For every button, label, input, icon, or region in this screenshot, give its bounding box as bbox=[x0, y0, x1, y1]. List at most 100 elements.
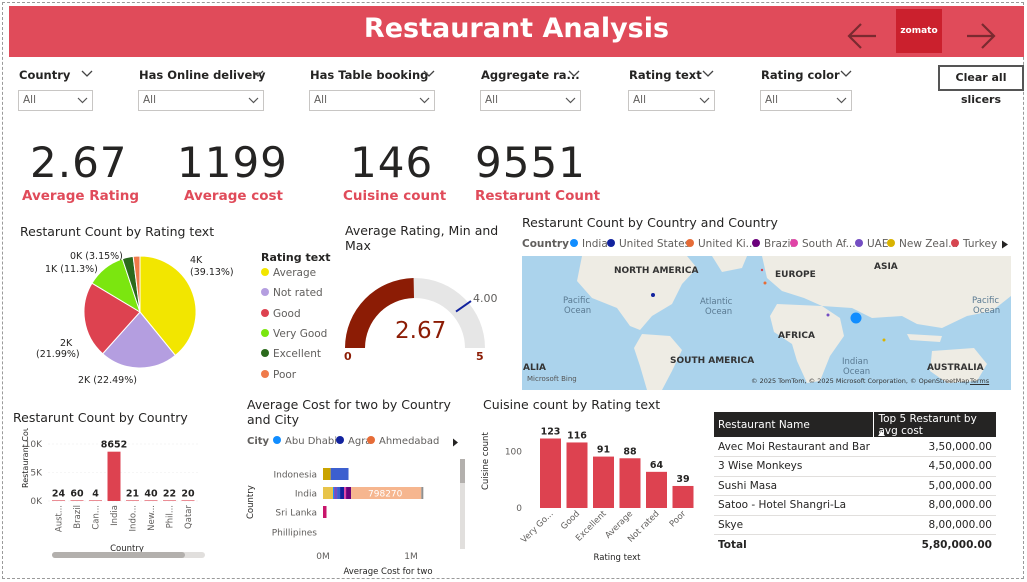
sri-lanka-bubble[interactable] bbox=[882, 338, 886, 342]
india-bubble[interactable] bbox=[850, 312, 862, 324]
scrollbar-thumb[interactable] bbox=[52, 552, 185, 558]
data-label: 40 bbox=[144, 488, 158, 499]
legend-item[interactable]: Brazil bbox=[752, 238, 793, 250]
legend-item[interactable]: India bbox=[570, 238, 608, 250]
table-row[interactable]: Avec Moi Restaurant and Bar 3,50,000.00 bbox=[714, 437, 996, 457]
bar-Can...[interactable] bbox=[89, 500, 102, 501]
bar-India[interactable] bbox=[107, 451, 121, 501]
slicer-dropdown[interactable]: All bbox=[309, 90, 435, 111]
bar-Very Go...[interactable] bbox=[540, 438, 561, 508]
back-arrow-icon[interactable] bbox=[845, 19, 879, 53]
column-header-restaurant-name[interactable]: Restaurant Name bbox=[714, 412, 874, 437]
chevron-down-icon[interactable] bbox=[702, 70, 714, 78]
bar-segment[interactable] bbox=[346, 487, 352, 499]
uae-bubble[interactable] bbox=[826, 313, 830, 317]
uk-bubble[interactable] bbox=[763, 281, 767, 285]
legend-item[interactable]: South Af... bbox=[790, 238, 856, 250]
column-header-avg-cost[interactable]: Top 5 Restarunt by avg cost bbox=[873, 412, 996, 437]
chevron-down-icon[interactable] bbox=[252, 70, 264, 78]
bar-segment[interactable] bbox=[337, 487, 341, 499]
slicer-rating-color[interactable]: Rating color All bbox=[760, 68, 852, 111]
bar-segment[interactable] bbox=[340, 487, 345, 499]
rating-text-pie-chart[interactable] bbox=[0, 240, 250, 390]
slicer-dropdown[interactable]: All bbox=[18, 90, 93, 111]
slicer-rating-text[interactable]: Rating text All bbox=[628, 68, 715, 111]
table-row[interactable]: Skye 8,00,000.00 bbox=[714, 515, 996, 535]
table-row[interactable]: Sushi Masa 5,00,000.00 bbox=[714, 476, 996, 496]
horizontal-scrollbar[interactable] bbox=[52, 552, 205, 558]
data-label: 116 bbox=[567, 430, 587, 441]
slicer-online-delivery[interactable]: Has Online delivery All bbox=[138, 68, 265, 111]
table-row[interactable]: 3 Wise Monkeys 4,50,000.00 bbox=[714, 456, 996, 477]
bar-Excellent[interactable] bbox=[593, 456, 614, 508]
map-terms-link[interactable]: Terms bbox=[970, 377, 989, 385]
bar-Average[interactable] bbox=[619, 458, 641, 508]
bar-segment[interactable] bbox=[323, 506, 327, 518]
slicer-dropdown[interactable]: All bbox=[628, 90, 715, 111]
slicer-aggregate-rating[interactable]: Aggregate ra... All bbox=[480, 68, 581, 111]
scrollbar-thumb[interactable] bbox=[460, 459, 465, 483]
bar-Qatar[interactable] bbox=[181, 500, 195, 501]
bar-Brazil[interactable] bbox=[70, 500, 84, 501]
bar-New...[interactable] bbox=[144, 500, 158, 501]
legend-item[interactable]: UAE bbox=[855, 238, 889, 250]
bar-Aust...[interactable] bbox=[52, 500, 65, 501]
legend-item[interactable]: Excellent bbox=[261, 348, 321, 360]
table-row[interactable]: Satoo - Hotel Shangri-La 8,00,000.00 bbox=[714, 495, 996, 516]
country-map[interactable]: NORTH AMERICA EUROPE ASIA Pacific Ocean … bbox=[522, 256, 1011, 390]
slicer-country[interactable]: Country All bbox=[18, 68, 93, 111]
clear-all-slicers-button[interactable]: Clear all slicers bbox=[938, 65, 1024, 106]
chevron-down-icon[interactable] bbox=[840, 70, 852, 78]
legend-item[interactable]: Good bbox=[261, 308, 301, 320]
bar-segment[interactable] bbox=[421, 487, 424, 499]
top-restaurants-table[interactable]: Restaurant Name Top 5 Restarunt by avg c… bbox=[714, 412, 996, 554]
legend-item[interactable]: United Ki... bbox=[686, 238, 756, 250]
bar-Indo...[interactable] bbox=[126, 500, 139, 501]
chevron-down-icon[interactable] bbox=[568, 70, 580, 78]
legend-dot bbox=[367, 436, 375, 444]
legend-item[interactable]: United States bbox=[607, 238, 690, 250]
legend-next-arrow-icon[interactable] bbox=[1001, 240, 1009, 249]
legend-item[interactable]: Turkey bbox=[951, 238, 997, 250]
data-label: 20 bbox=[181, 488, 195, 499]
turkey-bubble[interactable] bbox=[760, 268, 764, 272]
legend-item[interactable]: Ahmedabad bbox=[367, 436, 439, 447]
chevron-down-icon[interactable] bbox=[423, 70, 435, 78]
kpi-average-cost-value: 1199 bbox=[177, 138, 288, 187]
slicer-dropdown[interactable]: All bbox=[480, 90, 581, 111]
legend-dot bbox=[261, 369, 269, 378]
bar-segment[interactable] bbox=[344, 487, 347, 499]
legend-item[interactable]: Not rated bbox=[261, 287, 323, 299]
bar-segment[interactable] bbox=[333, 487, 335, 499]
sort-ascending-icon[interactable] bbox=[878, 431, 886, 436]
legend-item[interactable]: Abu Dhabi bbox=[273, 436, 337, 447]
us-bubble[interactable] bbox=[651, 293, 655, 297]
bar-Phil...[interactable] bbox=[163, 500, 176, 501]
forward-arrow-icon[interactable] bbox=[964, 19, 998, 53]
city-legend-title: City bbox=[247, 436, 270, 447]
restaurant-count-by-country-chart[interactable]: Restaurant Count0K 5K 10K 24 Aust... 60 Brazil… bbox=[6, 428, 206, 563]
bar-segment[interactable] bbox=[323, 487, 334, 499]
pie-label-good-pct: (21.99%) bbox=[36, 349, 80, 360]
legend-item[interactable]: Very Good bbox=[261, 328, 327, 340]
slicer-dropdown[interactable]: All bbox=[760, 90, 852, 111]
bar-segment[interactable] bbox=[330, 468, 349, 480]
cell-avg-cost: 8,00,000.00 bbox=[873, 495, 996, 516]
bar-Poor[interactable] bbox=[672, 485, 694, 508]
cuisine-count-by-rating-chart[interactable]: Cuisine count0100123Very Go...116Good91E… bbox=[478, 418, 708, 568]
legend-next-arrow-icon[interactable] bbox=[452, 438, 459, 447]
chevron-down-icon[interactable] bbox=[81, 70, 93, 78]
vertical-scrollbar[interactable] bbox=[460, 459, 465, 549]
slicer-dropdown[interactable]: All bbox=[138, 90, 264, 111]
slicer-table-booking[interactable]: Has Table booking All bbox=[309, 68, 435, 111]
bar-Good[interactable] bbox=[566, 442, 588, 508]
legend-item[interactable]: New Zeal... bbox=[887, 238, 958, 250]
kpi-average-rating-label: Average Rating bbox=[22, 188, 140, 204]
x-tick-label: Poor bbox=[668, 509, 689, 530]
bar-Not rated[interactable] bbox=[646, 471, 667, 508]
legend-item[interactable]: Poor bbox=[261, 369, 296, 381]
legend-item[interactable]: Average bbox=[261, 267, 316, 279]
avg-cost-by-country-city-chart[interactable]: Country Indonesia India Sri Lanka Phillipine… bbox=[243, 455, 468, 577]
bar-segment[interactable] bbox=[323, 468, 331, 480]
bar-segment[interactable] bbox=[334, 487, 338, 499]
